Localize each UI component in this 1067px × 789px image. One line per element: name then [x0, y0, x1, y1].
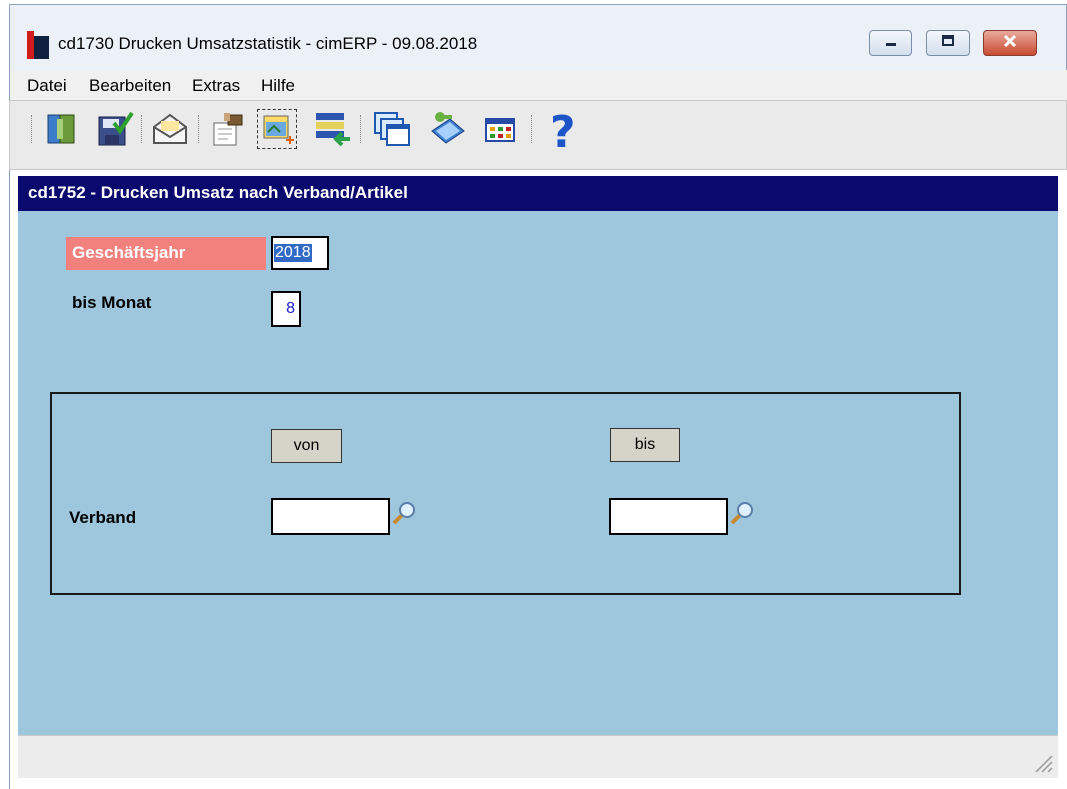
- geschaeftsjahr-value: 2018: [274, 244, 312, 262]
- geschaeftsjahr-label-text: Geschäftsjahr: [72, 243, 186, 262]
- menu-bar: Datei Bearbeiten Extras Hilfe: [9, 70, 1067, 100]
- geschaeftsjahr-label: Geschäftsjahr: [66, 237, 266, 270]
- von-column-header: von: [271, 429, 342, 463]
- envelope-icon[interactable]: [150, 109, 190, 149]
- window-frame: [9, 70, 18, 789]
- svg-text:?: ?: [550, 109, 576, 153]
- verband-bis-lookup-icon[interactable]: [728, 499, 756, 527]
- save-check-icon[interactable]: [94, 109, 134, 149]
- print-preview-icon[interactable]: [257, 109, 297, 149]
- maximize-icon: [927, 34, 969, 53]
- application-window: cd1730 Drucken Umsatzstatistik - cimERP …: [9, 4, 1067, 789]
- bis-monat-value: 8: [286, 300, 295, 317]
- toolbar-separator: [31, 115, 35, 143]
- minimize-icon: [870, 34, 911, 53]
- bis-column-header: bis: [610, 428, 680, 462]
- exit-door-icon[interactable]: [42, 109, 82, 149]
- close-icon: [984, 34, 1036, 53]
- toolbar: ?: [9, 100, 1067, 170]
- resize-grip-icon[interactable]: [1032, 752, 1054, 774]
- verband-von-input[interactable]: [271, 498, 390, 535]
- help-question-icon[interactable]: ?: [542, 107, 582, 158]
- menu-item-datei[interactable]: Datei: [27, 76, 67, 96]
- maximize-button[interactable]: [926, 30, 970, 56]
- toolbar-separator: [141, 115, 145, 143]
- verband-bis-input[interactable]: [609, 498, 728, 535]
- toolbar-separator: [198, 115, 202, 143]
- menu-item-bearbeiten[interactable]: Bearbeiten: [89, 76, 171, 96]
- menu-item-hilfe[interactable]: Hilfe: [261, 76, 295, 96]
- toolbar-separator: [531, 115, 535, 143]
- verband-range-group: [50, 392, 961, 595]
- verband-label: Verband: [69, 508, 137, 527]
- title-bar[interactable]: cd1730 Drucken Umsatzstatistik - cimERP …: [9, 4, 1067, 70]
- bis-monat-input[interactable]: 8: [271, 291, 301, 327]
- export-list-icon[interactable]: [312, 109, 352, 149]
- grid-table-icon[interactable]: [480, 109, 520, 149]
- form-panel: cd1752 - Drucken Umsatz nach Verband/Art…: [18, 176, 1058, 735]
- book-key-icon[interactable]: [428, 109, 468, 149]
- edit-stamp-icon[interactable]: [208, 109, 248, 149]
- form-header: cd1752 - Drucken Umsatz nach Verband/Art…: [18, 176, 1058, 211]
- bis-monat-label: bis Monat: [72, 293, 152, 312]
- toolbar-separator: [360, 115, 364, 143]
- verband-von-lookup-icon[interactable]: [390, 499, 418, 527]
- window-title: cd1730 Drucken Umsatzstatistik - cimERP …: [58, 34, 478, 53]
- form-title: cd1752 - Drucken Umsatz nach Verband/Art…: [28, 183, 408, 202]
- app-logo-icon: [27, 31, 49, 59]
- windows-cascade-icon[interactable]: [371, 109, 411, 149]
- menu-item-extras[interactable]: Extras: [192, 76, 240, 96]
- geschaeftsjahr-input[interactable]: 2018: [271, 236, 329, 270]
- status-bar: [18, 735, 1058, 778]
- close-button[interactable]: [983, 30, 1037, 56]
- minimize-button[interactable]: [869, 30, 912, 56]
